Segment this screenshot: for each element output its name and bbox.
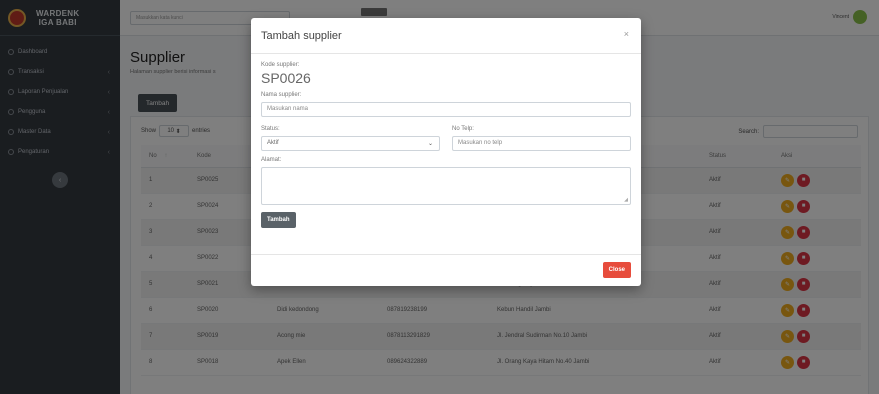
close-button[interactable]: Close	[602, 262, 631, 278]
modal-body: Kode supplier: SP0026 Nama supplier: Mas…	[251, 54, 641, 228]
telp-input[interactable]: Masukan no telp	[452, 136, 631, 151]
kode-supplier-label: Kode supplier:	[261, 62, 300, 68]
status-select[interactable]: Aktif ⌄	[261, 136, 440, 151]
modal-drag-handle	[361, 8, 387, 16]
alamat-textarea[interactable]: ◢	[261, 167, 631, 205]
alamat-group: Alamat: ◢	[261, 157, 631, 205]
close-icon[interactable]: ×	[624, 29, 629, 39]
resize-handle-icon[interactable]: ◢	[624, 197, 628, 203]
status-telp-row: Status: Aktif ⌄ No Telp: Masukan no telp	[261, 126, 631, 151]
submit-tambah-button[interactable]: Tambah	[261, 212, 296, 228]
add-supplier-modal: Tambah supplier × Kode supplier: SP0026 …	[251, 18, 641, 286]
status-label: Status:	[261, 126, 280, 132]
kode-supplier-value: SP0026	[261, 70, 311, 86]
telp-column: No Telp: Masukan no telp	[452, 126, 631, 151]
nama-supplier-label: Nama supplier:	[261, 92, 302, 98]
modal-header: Tambah supplier	[251, 18, 641, 54]
alamat-label: Alamat:	[261, 157, 282, 163]
modal-title: Tambah supplier	[261, 29, 342, 42]
telp-label: No Telp:	[452, 126, 474, 132]
nama-supplier-input[interactable]: Masukan nama	[261, 102, 631, 117]
modal-footer: Close	[251, 254, 641, 286]
status-select-value: Aktif	[267, 140, 279, 146]
chevron-down-icon: ⌄	[427, 141, 433, 147]
status-column: Status: Aktif ⌄	[261, 126, 440, 151]
